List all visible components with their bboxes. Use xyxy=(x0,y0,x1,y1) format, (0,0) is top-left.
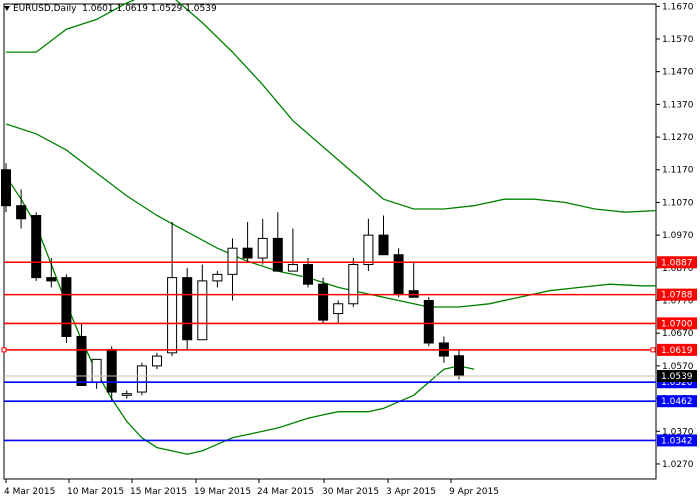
support-level-label: 1.0342 xyxy=(661,436,693,446)
price-chart[interactable]: EURUSD,Daily 1.0601 1.0619 1.0529 1.0539… xyxy=(0,0,700,499)
candle-body xyxy=(136,365,147,393)
resistance-level-label: 1.0788 xyxy=(661,291,693,301)
y-tick-label: 1.1270 xyxy=(662,133,694,143)
candle-body xyxy=(257,237,268,259)
ohlc-readout: 1.0601 1.0619 1.0529 1.0539 xyxy=(82,4,217,14)
plot-frame xyxy=(3,3,657,480)
candle-body xyxy=(287,264,298,272)
chart-header: EURUSD,Daily 1.0601 1.0619 1.0529 1.0539 xyxy=(4,4,217,14)
resistance-level-label: 1.0700 xyxy=(661,319,693,329)
x-tick-label: 30 Mar 2015 xyxy=(322,487,379,497)
candle-body xyxy=(348,264,359,305)
candle-body xyxy=(227,247,238,275)
line-handle[interactable] xyxy=(1,347,7,353)
candle-body xyxy=(91,358,102,383)
candle-body xyxy=(1,169,11,207)
x-tick-label: 10 Mar 2015 xyxy=(67,487,124,497)
candle-body xyxy=(333,303,344,315)
candle-body xyxy=(318,283,329,321)
support-level-label: 1.0462 xyxy=(661,397,693,407)
candle-body xyxy=(423,300,434,344)
y-tick-label: 1.0670 xyxy=(662,329,694,339)
candle-body xyxy=(393,254,404,295)
x-tick-label: 24 Mar 2015 xyxy=(257,487,314,497)
candle-body xyxy=(167,277,178,354)
y-tick-label: 1.1470 xyxy=(662,68,694,78)
candle-body xyxy=(378,234,389,256)
y-tick-label: 1.1070 xyxy=(662,198,694,208)
resistance-level-label: 1.0619 xyxy=(661,346,693,356)
candle-body xyxy=(152,355,162,367)
symbol-title: EURUSD,Daily xyxy=(13,4,77,14)
candle-body xyxy=(121,393,132,396)
resistance-level-label: 1.0887 xyxy=(661,258,693,268)
x-tick-label: 3 Apr 2015 xyxy=(386,487,436,497)
y-tick-label: 1.0270 xyxy=(662,460,694,470)
candle-body xyxy=(197,280,208,341)
candle-body xyxy=(272,237,283,272)
candle-body xyxy=(106,349,117,393)
current-price-label: 1.0539 xyxy=(661,372,693,382)
y-tick-label: 1.1370 xyxy=(662,100,694,110)
candle-body xyxy=(363,234,374,266)
x-tick-label: 9 Apr 2015 xyxy=(449,487,499,497)
candle-body xyxy=(31,215,42,279)
x-tick-label: 4 Mar 2015 xyxy=(4,487,55,497)
y-tick-label: 1.1570 xyxy=(662,35,694,45)
triangle-down-icon[interactable] xyxy=(4,6,10,11)
candle-body xyxy=(242,247,253,259)
candle-body xyxy=(454,355,464,377)
candle-body xyxy=(46,277,57,282)
line-handle[interactable] xyxy=(650,347,656,353)
y-tick-label: 1.0970 xyxy=(662,231,694,241)
y-tick-label: 1.1170 xyxy=(662,166,694,176)
candle-body xyxy=(16,205,27,220)
candle-body xyxy=(182,277,193,341)
candle-body xyxy=(212,273,223,282)
x-tick-label: 15 Mar 2015 xyxy=(130,487,187,497)
candle-body xyxy=(76,335,87,387)
y-tick-label: 1.1670 xyxy=(662,2,694,12)
candle-body xyxy=(303,264,313,285)
x-tick-label: 19 Mar 2015 xyxy=(194,487,251,497)
candle-body xyxy=(61,277,72,337)
chart-canvas[interactable]: 1.1670 1.1570 1.1470 1.1370 1.1270 1.1170 1.10… xyxy=(0,0,700,499)
